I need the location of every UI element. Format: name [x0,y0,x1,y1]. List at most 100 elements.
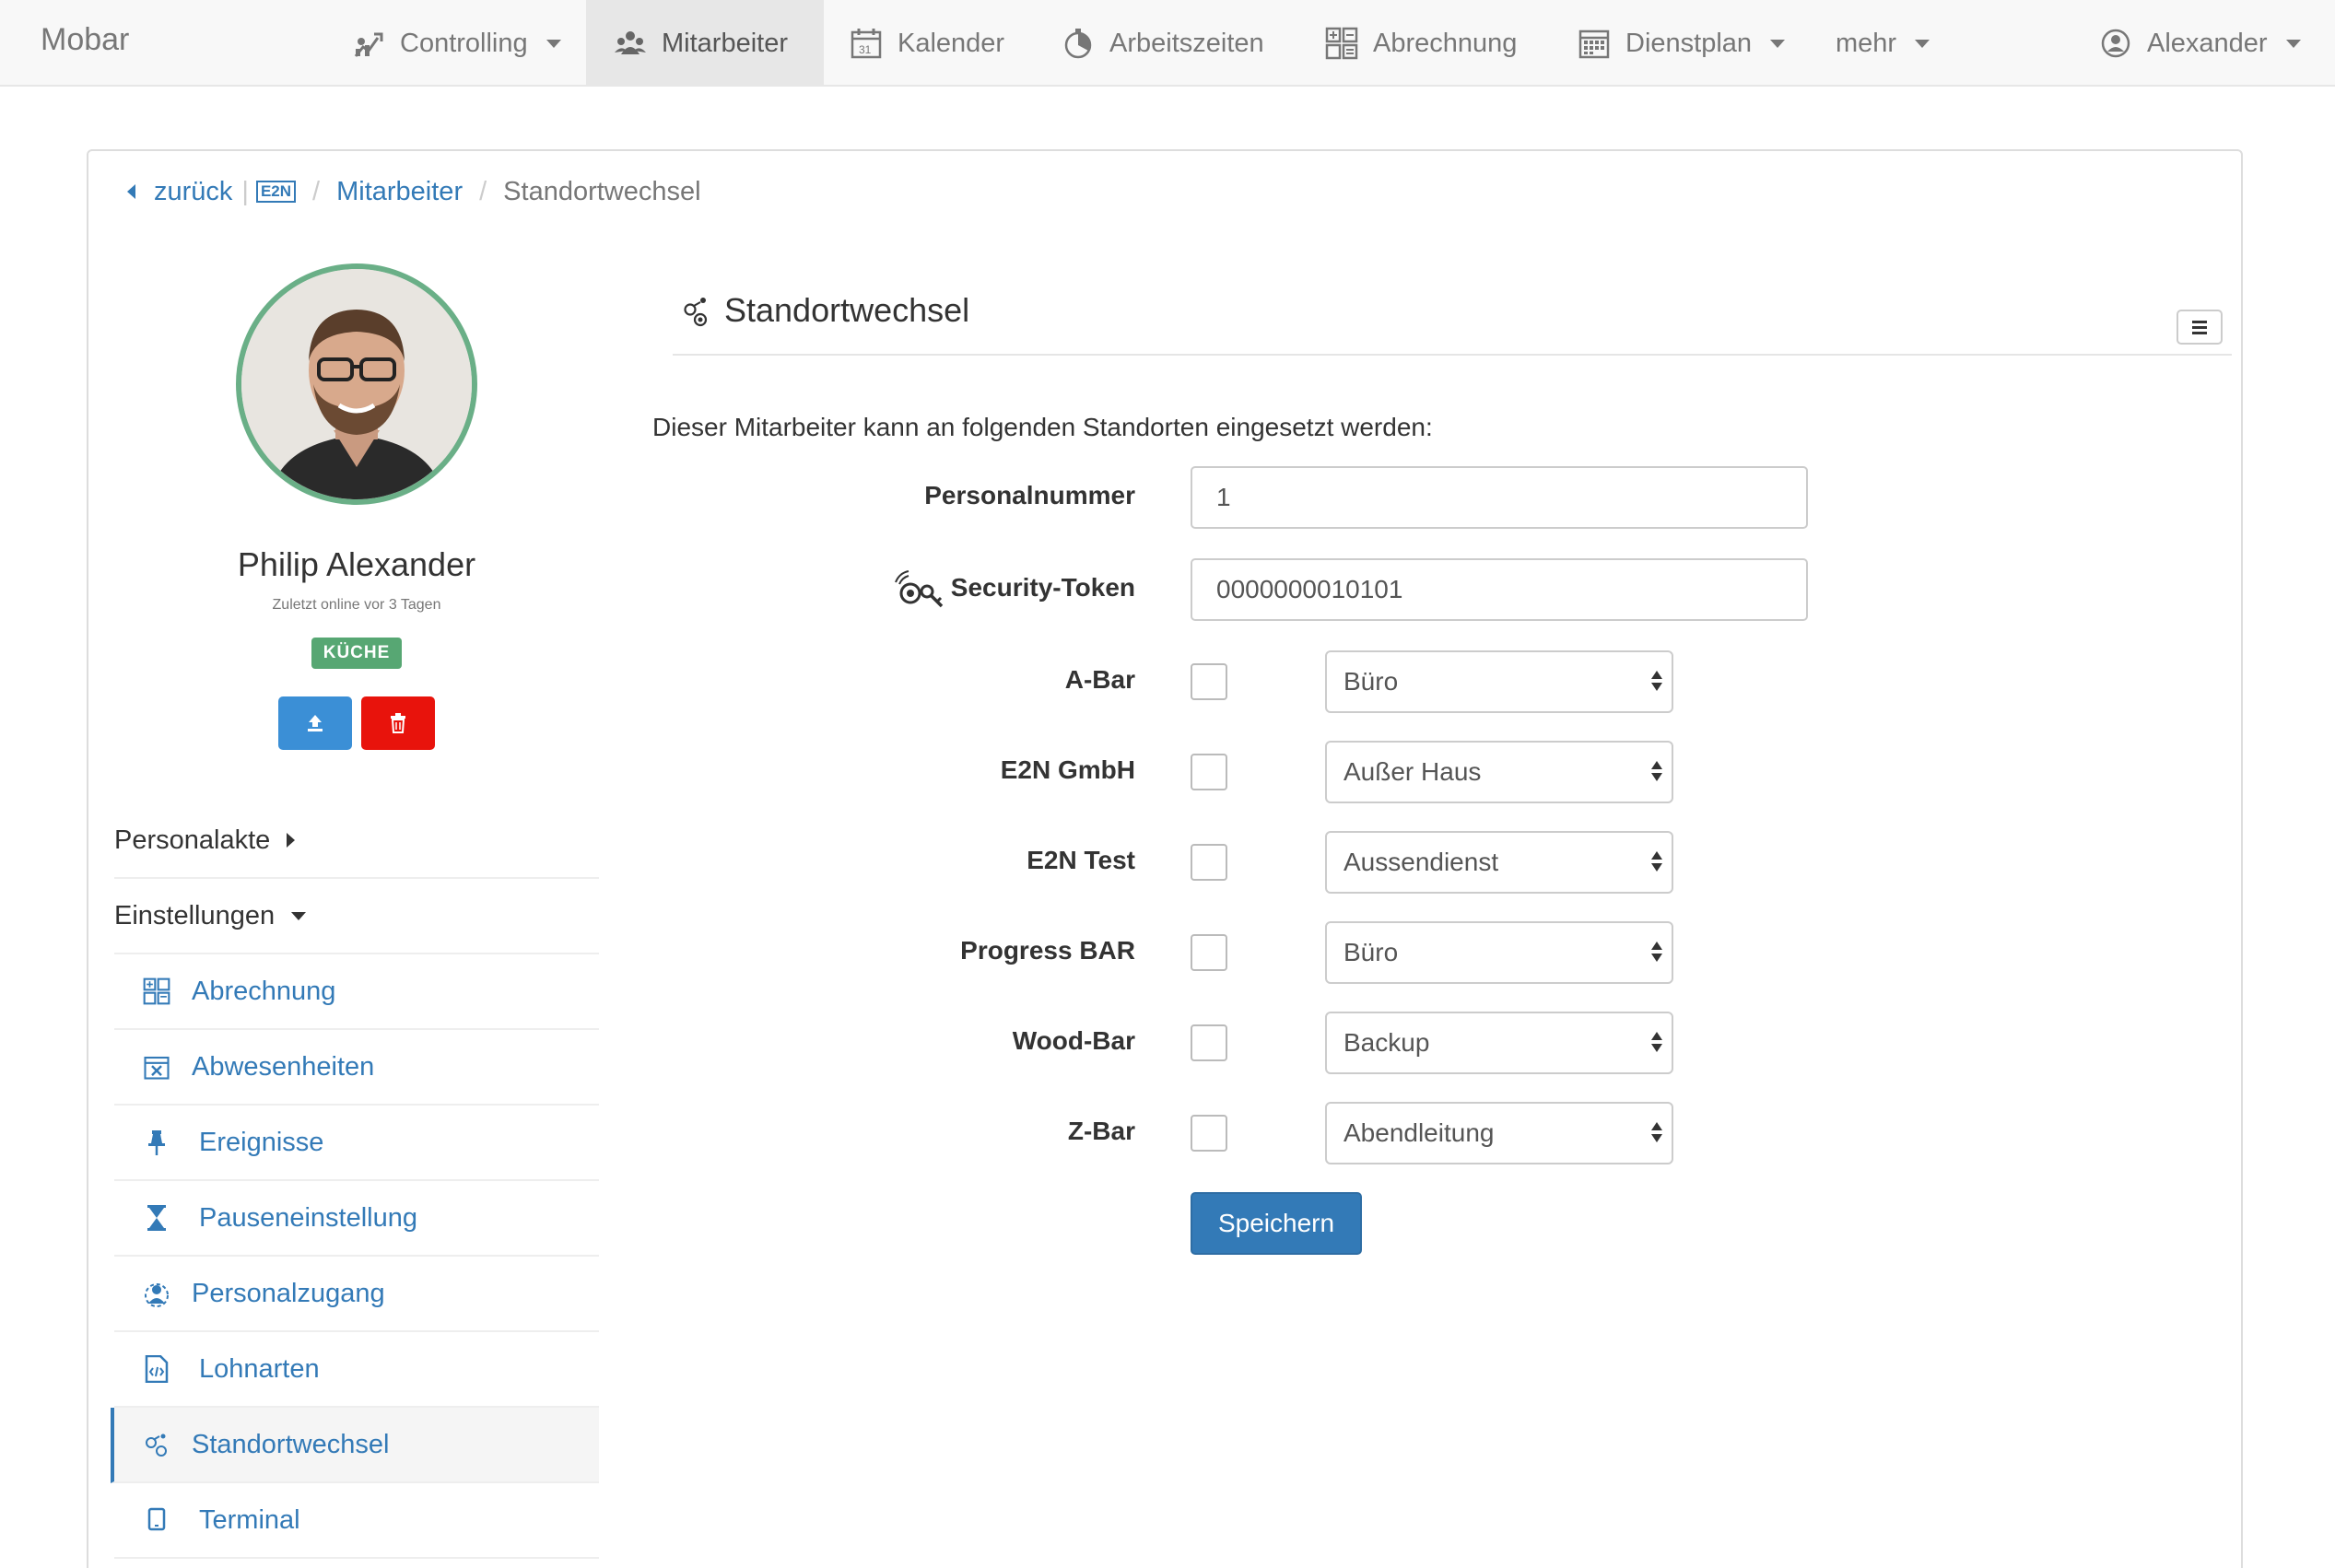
select-value: Büro [1344,938,1399,966]
location-role-select[interactable]: Büro [1325,650,1673,713]
security-token-label-text: Security-Token [950,573,1135,602]
schedule-grid-icon [1578,27,1611,60]
location-checkbox[interactable] [1191,844,1227,881]
location-role-select[interactable]: Backup [1325,1012,1673,1074]
breadcrumb-separator: / [312,176,321,206]
nav-dienstplan[interactable]: Dienstplan [1578,0,1786,87]
select-value: Aussendienst [1344,848,1499,876]
pin-icon [140,1126,173,1159]
chart-people-icon [352,27,385,60]
nav-label: Alexander [2147,28,2268,58]
location-checkbox[interactable] [1191,1024,1227,1061]
chevron-down-icon [1915,39,1930,48]
nav-label: Arbeitszeiten [1109,28,1264,58]
department-badge: KÜCHE [311,638,402,669]
brand-logo[interactable]: Mobar [41,22,129,58]
location-label: A-Bar [1064,665,1135,694]
delete-photo-button[interactable] [361,696,435,750]
sidebar-item-abrechnung[interactable]: Abrechnung [114,954,599,1030]
back-link[interactable]: zurück [154,177,232,207]
profile-name: Philip Alexander [237,545,476,583]
avatar [236,263,477,505]
personalnummer-label: Personalnummer [924,481,1135,510]
caret-right-icon [287,833,296,848]
sidebar-item-abwesenheiten[interactable]: Abwesenheiten [114,1030,599,1106]
select-arrows-icon [1651,671,1662,691]
trash-icon [391,713,405,733]
sidebar-section-label: Einstellungen [114,900,276,930]
location-checkbox[interactable] [1191,754,1227,790]
select-arrows-icon [1651,942,1662,962]
sidebar-section-einstellungen[interactable]: Einstellungen [114,879,599,954]
select-arrows-icon [1651,761,1662,781]
location-role-select[interactable]: Aussendienst [1325,831,1673,894]
sidebar-item-label: Ereignisse [199,1127,324,1157]
security-token-input[interactable]: 0000000010101 [1191,558,1808,621]
team-icon [614,27,647,60]
select-value: Büro [1344,667,1399,696]
breadcrumb-separator: / [479,176,487,206]
breadcrumb-current: Standortwechsel [503,176,701,206]
sidebar-item-label: Lohnarten [199,1353,320,1384]
personalnummer-input[interactable]: 1 [1191,466,1808,529]
breadcrumb-parent-link[interactable]: Mitarbeiter [336,177,463,207]
location-role-select[interactable]: Abendleitung [1325,1102,1673,1164]
sidebar-item-pauseneinstellung[interactable]: Pauseneinstellung [114,1181,599,1257]
sidebar-item-ereignisse[interactable]: Ereignisse [114,1106,599,1181]
hourglass-icon [140,1201,173,1235]
sidebar-item-personalzugang[interactable]: Personalzugang [114,1257,599,1332]
location-checkbox[interactable] [1191,934,1227,971]
key-chip-icon [894,570,944,608]
svg-text:31: 31 [859,43,872,56]
nav-label: Controlling [400,28,528,58]
nav-mitarbeiter[interactable]: Mitarbeiter [586,0,824,87]
location-label: E2N GmbH [1000,755,1135,784]
divider: | [241,176,249,206]
sidebar-section-label: Personalakte [114,825,271,855]
location-switch-icon [684,298,708,327]
sidebar-item-lohnarten[interactable]: Lohnarten [114,1332,599,1408]
location-role-select[interactable]: Büro [1325,921,1673,984]
upload-photo-button[interactable] [278,696,352,750]
nav-label: Kalender [898,28,1005,58]
calendar-x-icon [140,1050,173,1083]
select-arrows-icon [1651,1122,1662,1142]
nav-arbeitszeiten[interactable]: Arbeitszeiten [1062,0,1264,87]
nav-label: Mitarbeiter [662,28,788,58]
nav-controlling[interactable]: Controlling [352,0,561,87]
select-arrows-icon [1651,1032,1662,1052]
location-label: Wood-Bar [1012,1026,1135,1055]
sidebar-item-label: Abrechnung [192,976,336,1006]
stopwatch-icon [1062,27,1095,60]
top-navbar: Mobar Controlling Mitarbeiter 31 Kalende… [0,0,2335,87]
select-value: Backup [1344,1028,1430,1057]
nav-user-menu[interactable]: Alexander [2099,0,2301,87]
nav-label: Dienstplan [1625,28,1753,58]
sidebar-item-label: Terminal [199,1504,300,1535]
nav-mehr[interactable]: mehr [1836,0,1930,87]
hamburger-icon [2192,320,2207,323]
personalnummer-label-text: Personalnummer [924,481,1135,509]
chevron-down-icon [546,39,561,48]
nav-kalender[interactable]: 31 Kalender [850,0,1004,87]
save-button[interactable]: Speichern [1191,1192,1362,1255]
title-divider [673,354,2232,356]
location-role-select[interactable]: Außer Haus [1325,741,1673,803]
options-menu-button[interactable] [2177,310,2223,345]
calendar-31-icon: 31 [850,27,883,60]
sidebar-section-personalakte[interactable]: Personalakte [114,803,599,879]
calculator-icon [1325,27,1358,60]
nav-label: mehr [1836,28,1897,58]
location-label: E2N Test [1027,846,1135,874]
location-checkbox[interactable] [1191,1115,1227,1152]
sidebar-item-terminal[interactable]: Terminal [114,1483,599,1559]
e2n-logo-icon[interactable]: E2N [255,181,297,203]
chevron-down-icon [2285,39,2301,48]
sidebar-item-standortwechsel[interactable]: Standortwechsel [111,1408,599,1483]
select-value: Außer Haus [1344,757,1482,786]
location-checkbox[interactable] [1191,663,1227,700]
sidebar-item-label: Standortwechsel [192,1429,390,1459]
nav-abrechnung[interactable]: Abrechnung [1325,0,1517,87]
user-access-icon [140,1277,173,1310]
location-switch-icon [140,1428,173,1461]
